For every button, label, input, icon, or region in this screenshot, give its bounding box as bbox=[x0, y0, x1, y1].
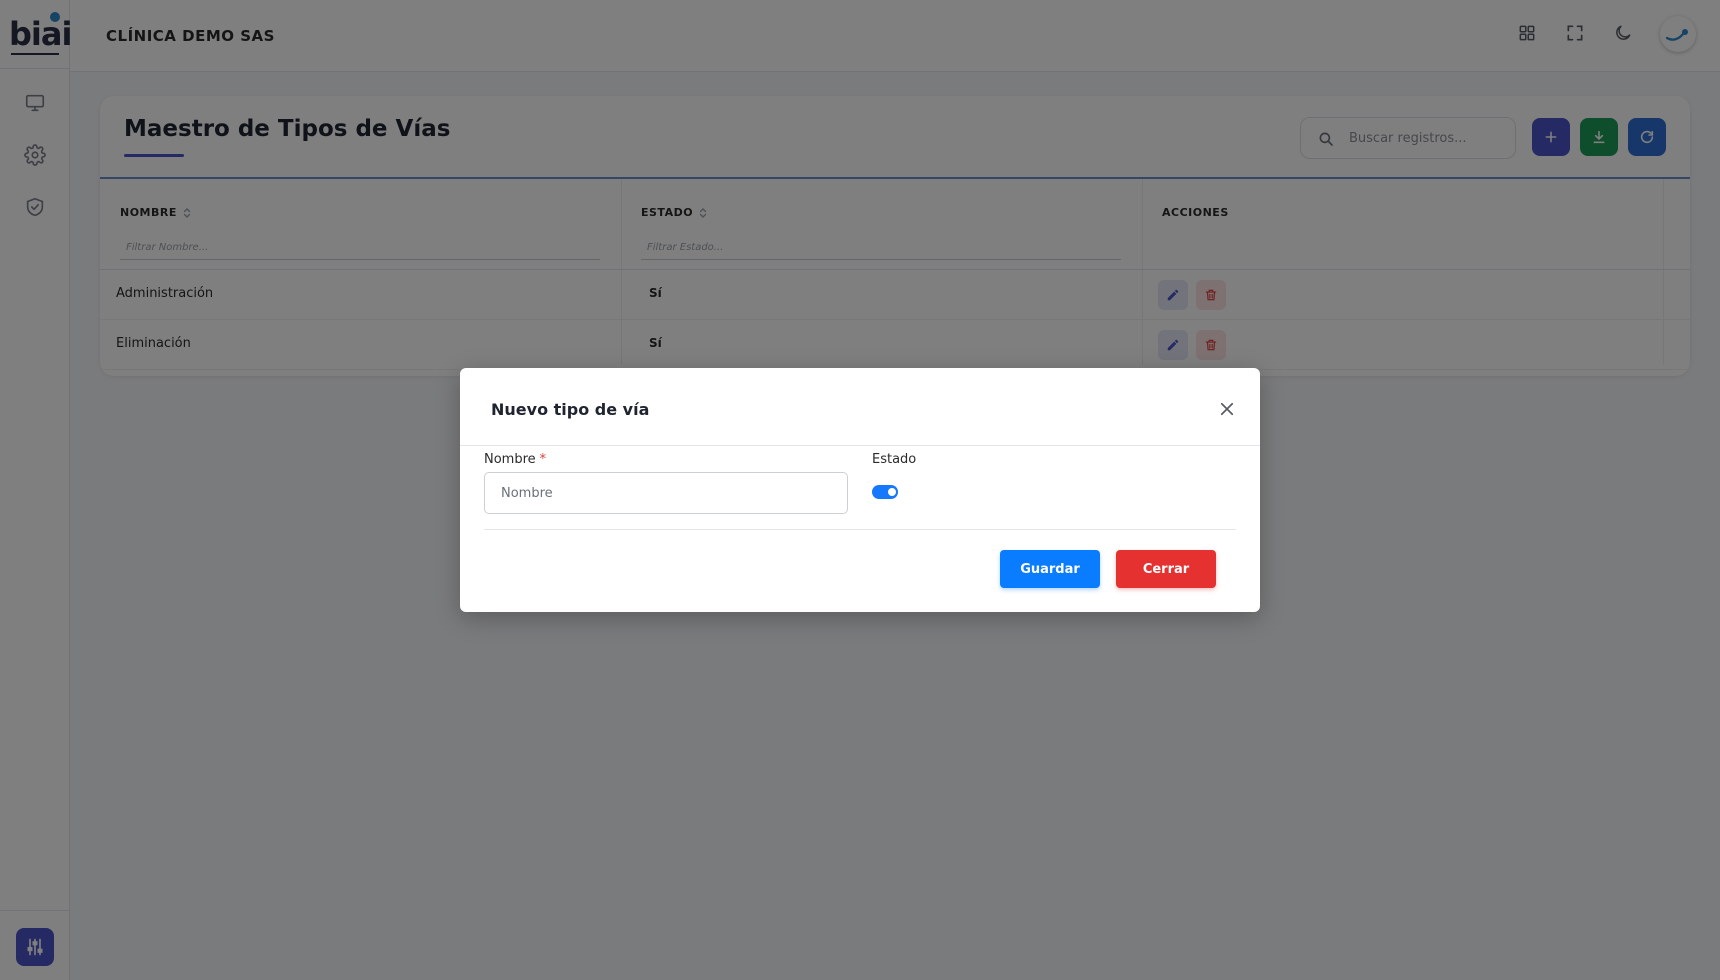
toggle-knob bbox=[888, 488, 896, 496]
save-button[interactable]: Guardar bbox=[1000, 550, 1100, 588]
modal-title: Nuevo tipo de vía bbox=[491, 400, 650, 419]
nombre-input[interactable] bbox=[484, 472, 848, 514]
nombre-label: Nombre * bbox=[484, 452, 546, 467]
cancel-button[interactable]: Cerrar bbox=[1116, 550, 1216, 588]
estado-label: Estado bbox=[872, 452, 917, 467]
required-mark: * bbox=[539, 452, 547, 467]
estado-toggle[interactable] bbox=[872, 485, 898, 499]
modal-header-divider bbox=[460, 445, 1260, 446]
close-icon bbox=[1220, 402, 1234, 416]
modal-close-button[interactable] bbox=[1216, 398, 1238, 420]
nombre-label-text: Nombre bbox=[484, 452, 536, 467]
new-record-modal: Nuevo tipo de vía Nombre* Estado Guardar… bbox=[460, 368, 1260, 612]
modal-footer-divider bbox=[484, 529, 1236, 530]
